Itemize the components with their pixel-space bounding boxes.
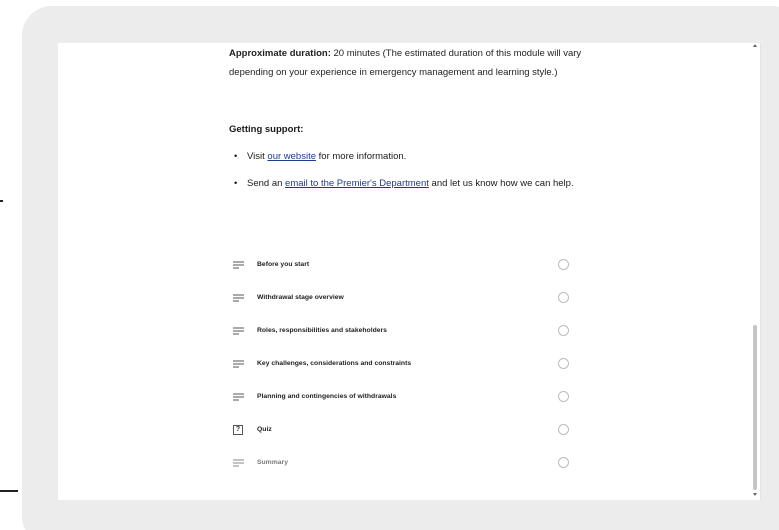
lesson-list: Before you start Withdrawal stage overvi… [231,248,571,479]
vertical-scrollbar[interactable] [751,43,759,500]
lesson-title: Roles, responsibilities and stakeholders [257,327,387,334]
lesson-title: Withdrawal stage overview [257,294,344,301]
status-circle-icon [558,457,569,468]
lesson-title: Before you start [257,261,310,268]
support-heading: Getting support: [229,124,304,135]
text-lines-icon [231,325,245,337]
quiz-icon: ? [231,424,245,436]
edge-marker-top [0,200,3,202]
support-text: and let us know how we can help. [428,178,574,189]
lesson-item-before-you-start[interactable]: Before you start [231,248,571,281]
lesson-title: Summary [257,459,288,466]
text-lines-icon [231,391,245,403]
bullet-icon: • [234,151,238,162]
duration-label: Approximate duration: [229,48,331,59]
duration-paragraph: Approximate duration: 20 minutes (The es… [229,44,599,82]
support-text: for more information. [316,151,407,162]
status-circle-icon [558,358,569,369]
lesson-title: Planning and contingencies of withdrawal… [257,393,397,400]
lesson-title: Quiz [257,426,272,433]
email-premiers-department-link[interactable]: email to the Premier's Department [285,178,429,189]
support-item-website: • Visit our website for more information… [229,147,599,166]
module-page: Approximate duration: 20 minutes (The es… [58,43,761,500]
our-website-link[interactable]: our website [267,151,316,162]
lesson-item-roles[interactable]: Roles, responsibilities and stakeholders [231,314,571,347]
status-circle-icon [558,325,569,336]
scroll-down-arrow-icon[interactable] [753,493,757,496]
bullet-icon: • [234,178,238,189]
text-lines-icon [231,259,245,271]
text-lines-icon [231,358,245,370]
status-circle-icon [558,259,569,270]
lesson-item-planning[interactable]: Planning and contingencies of withdrawal… [231,380,571,413]
scrollbar-thumb[interactable] [753,325,757,490]
support-list: • Visit our website for more information… [229,147,599,201]
edge-marker-bottom [0,490,18,492]
lesson-title: Key challenges, considerations and const… [257,360,412,367]
status-circle-icon [558,292,569,303]
lesson-item-summary[interactable]: Summary [231,446,571,479]
quiz-glyph: ? [233,424,243,435]
lesson-item-withdrawal-overview[interactable]: Withdrawal stage overview [231,281,571,314]
text-lines-icon [231,292,245,304]
support-text: Send an [247,178,286,189]
support-item-email: • Send an email to the Premier's Departm… [229,174,599,193]
status-circle-icon [558,391,569,402]
scroll-up-arrow-icon[interactable] [753,44,757,47]
status-circle-icon [558,424,569,435]
support-text: Visit [247,151,268,162]
lesson-item-quiz[interactable]: ? Quiz [231,413,571,446]
lesson-item-key-challenges[interactable]: Key challenges, considerations and const… [231,347,571,380]
text-lines-icon [231,457,245,469]
